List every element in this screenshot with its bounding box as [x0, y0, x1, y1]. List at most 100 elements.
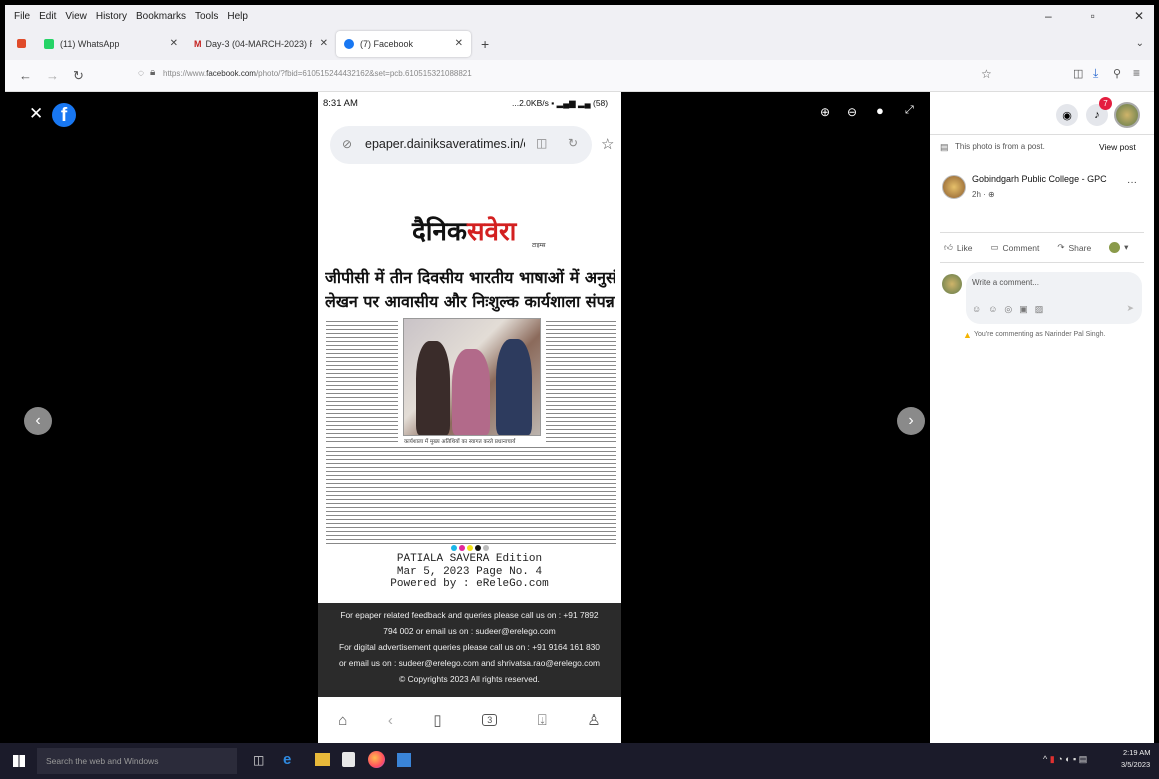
footer-line-4: or email us on : sudeer@erelego.com and … — [339, 658, 600, 668]
new-tab-icon[interactable]: + — [481, 36, 489, 52]
file-explorer-icon[interactable] — [315, 753, 330, 766]
comment-input[interactable]: Write a comment... ☺ ☺ ◎ ▣ ▨ ➤ — [966, 272, 1142, 324]
data-speed: ...2.0KB/s — [512, 98, 549, 108]
forward-icon[interactable]: → — [46, 68, 59, 83]
emoji-icon[interactable]: ☺ — [988, 304, 997, 315]
divider — [940, 232, 1144, 233]
logo-word-dainik: दैनिक — [412, 217, 467, 247]
phone-downloads-icon: ⍗ — [537, 711, 547, 729]
pocket-icon[interactable]: ◫ — [1073, 67, 1083, 80]
article-photo — [403, 318, 541, 436]
powered-by: Powered by : eReleGo.com — [390, 578, 549, 590]
next-photo-button[interactable]: › — [897, 407, 925, 435]
zoom-out-icon[interactable]: ⊖ — [847, 105, 857, 119]
sticker-icon[interactable]: ▨ — [1035, 304, 1044, 315]
battery-level: 58 — [595, 98, 606, 108]
globe-icon: ⊕ — [988, 190, 995, 199]
avatar-sticker-icon[interactable]: ☺ — [972, 304, 981, 315]
list-tabs-icon[interactable]: ⌄ — [1136, 38, 1144, 49]
footer-line-1: For epaper related feedback and queries … — [340, 610, 599, 620]
more-options-icon[interactable]: ··· — [1127, 177, 1137, 188]
phone-address-bar[interactable]: ⊘ epaper.dainiksaveratimes.in/e ◫ ↻ — [330, 126, 592, 164]
account-avatar[interactable] — [1114, 102, 1140, 128]
close-viewer-icon[interactable]: ✕ — [29, 104, 43, 124]
tab-facebook[interactable]: (7) Facebook ✕ — [336, 30, 471, 57]
camera-icon[interactable]: ◎ — [1004, 304, 1012, 315]
divider — [940, 262, 1144, 263]
phone-back-icon: ‹ — [387, 711, 393, 729]
print-color-dots — [451, 545, 489, 551]
comment-button[interactable]: ▭ Comment — [990, 242, 1039, 253]
close-tab-icon[interactable]: ✕ — [170, 38, 178, 49]
reload-icon[interactable]: ↻ — [73, 68, 84, 84]
task-view-icon[interactable]: ◫ — [253, 753, 264, 767]
firefox-view-icon[interactable] — [17, 39, 26, 48]
menu-file[interactable]: File — [14, 11, 30, 22]
tab-whatsapp[interactable]: (11) WhatsApp ✕ — [36, 31, 186, 57]
fullscreen-icon[interactable]: ⤢ — [905, 104, 914, 117]
close-window-icon[interactable]: ✕ — [1134, 9, 1144, 23]
menu-tools[interactable]: Tools — [195, 11, 218, 22]
navigation-bar: ← → ↻ ◌ 🔒︎ https://www.facebook.com/phot… — [5, 60, 1154, 92]
page-avatar[interactable] — [942, 175, 966, 199]
menu-edit[interactable]: Edit — [39, 11, 56, 22]
app-menu-icon[interactable]: ≡ — [1133, 66, 1140, 80]
menu-bookmarks[interactable]: Bookmarks — [136, 11, 186, 22]
reaction-selector[interactable]: ▾ — [1109, 242, 1128, 253]
phone-address-text: epaper.dainiksaveratimes.in/e — [365, 137, 525, 151]
windows-start-icon[interactable] — [13, 755, 25, 767]
logo-subtitle: टाइम्स — [532, 242, 546, 249]
phone-bookmarks-icon: ▯ — [433, 712, 442, 729]
url-path: /photo/?fbid=610515244432162&set=pcb.610… — [255, 69, 472, 78]
close-tab-icon[interactable]: ✕ — [320, 38, 328, 49]
store-icon[interactable] — [342, 752, 355, 767]
like-button[interactable]: 👍︎ Like — [944, 242, 972, 253]
taskbar-time: 2:19 AM — [1123, 748, 1151, 757]
menu-history[interactable]: History — [96, 11, 127, 22]
app-icon[interactable] — [397, 753, 411, 767]
send-icon[interactable]: ➤ — [1126, 303, 1134, 314]
photo-caption: कार्यशाला में मुख्य अतिथियों का स्वागत क… — [404, 439, 516, 445]
lock-icon[interactable]: 🔒︎ — [150, 67, 155, 78]
page-name-link[interactable]: Gobindgarh Public College - GPC — [972, 174, 1107, 184]
share-button[interactable]: ↷ Share — [1057, 242, 1091, 253]
post-time: 2h · — [972, 190, 989, 199]
previous-photo-button[interactable]: ‹ — [24, 407, 52, 435]
reader-icon: ◫ — [536, 136, 548, 150]
gif-icon[interactable]: ▣ — [1019, 304, 1028, 315]
view-post-link[interactable]: View post — [1099, 142, 1136, 152]
tab-report[interactable]: M Day-3 (04-MARCH-2023) REPO ✕ — [186, 31, 336, 57]
warning-icon: ▲ — [963, 330, 972, 340]
facebook-logo-icon[interactable]: f — [52, 103, 76, 127]
phone-tabs-icon: 3 — [482, 714, 498, 726]
edition-date: Mar 5, 2023 Page No. 4 — [396, 565, 543, 578]
tab-label: (11) WhatsApp — [60, 38, 120, 49]
edge-icon[interactable]: e — [283, 751, 291, 768]
menu-help[interactable]: Help — [227, 11, 248, 22]
menu-view[interactable]: View — [65, 11, 87, 22]
headline-line-2: लेखन पर आवासीय और निःशुल्क कार्यशाला संप… — [325, 292, 615, 311]
downloads-icon[interactable]: ⤓ — [1093, 66, 1098, 81]
phone-time: 8:31 AM — [323, 98, 358, 109]
magenta-dot — [459, 545, 465, 551]
site-info-icon: ⊘ — [342, 137, 353, 151]
minimize-icon[interactable]: – — [1045, 9, 1052, 23]
tag-icon[interactable]: ● — [876, 103, 884, 118]
tray-icons: ^ ▮ ◔ ◐ ▪ ▤ — [1043, 754, 1088, 764]
epaper-footer: For epaper related feedback and queries … — [318, 603, 621, 697]
menu-bar: File Edit View History Bookmarks Tools H… — [5, 5, 1154, 27]
maximize-icon[interactable]: ▫ — [1091, 9, 1095, 23]
shield-icon[interactable]: ◌ — [138, 68, 144, 79]
url-field[interactable]: https://www.facebook.com/photo/?fbid=610… — [163, 69, 472, 78]
bookmark-star-icon[interactable]: ☆ — [981, 67, 992, 81]
photo-from-post-text: This photo is from a post. — [955, 142, 1045, 151]
back-icon[interactable]: ← — [19, 68, 32, 83]
close-tab-icon[interactable]: ✕ — [455, 38, 463, 49]
footer-line-2: 794 002 or email us on : sudeer@erelego.… — [383, 626, 556, 636]
firefox-icon[interactable] — [368, 751, 385, 768]
extensions-icon[interactable]: ⚲ — [1113, 67, 1121, 80]
zoom-in-icon[interactable]: ⊕ — [820, 105, 830, 119]
messenger-icon[interactable]: ◉ — [1056, 104, 1078, 126]
taskbar-search[interactable]: Search the web and Windows — [37, 748, 237, 774]
url-domain: facebook.com — [206, 69, 256, 78]
